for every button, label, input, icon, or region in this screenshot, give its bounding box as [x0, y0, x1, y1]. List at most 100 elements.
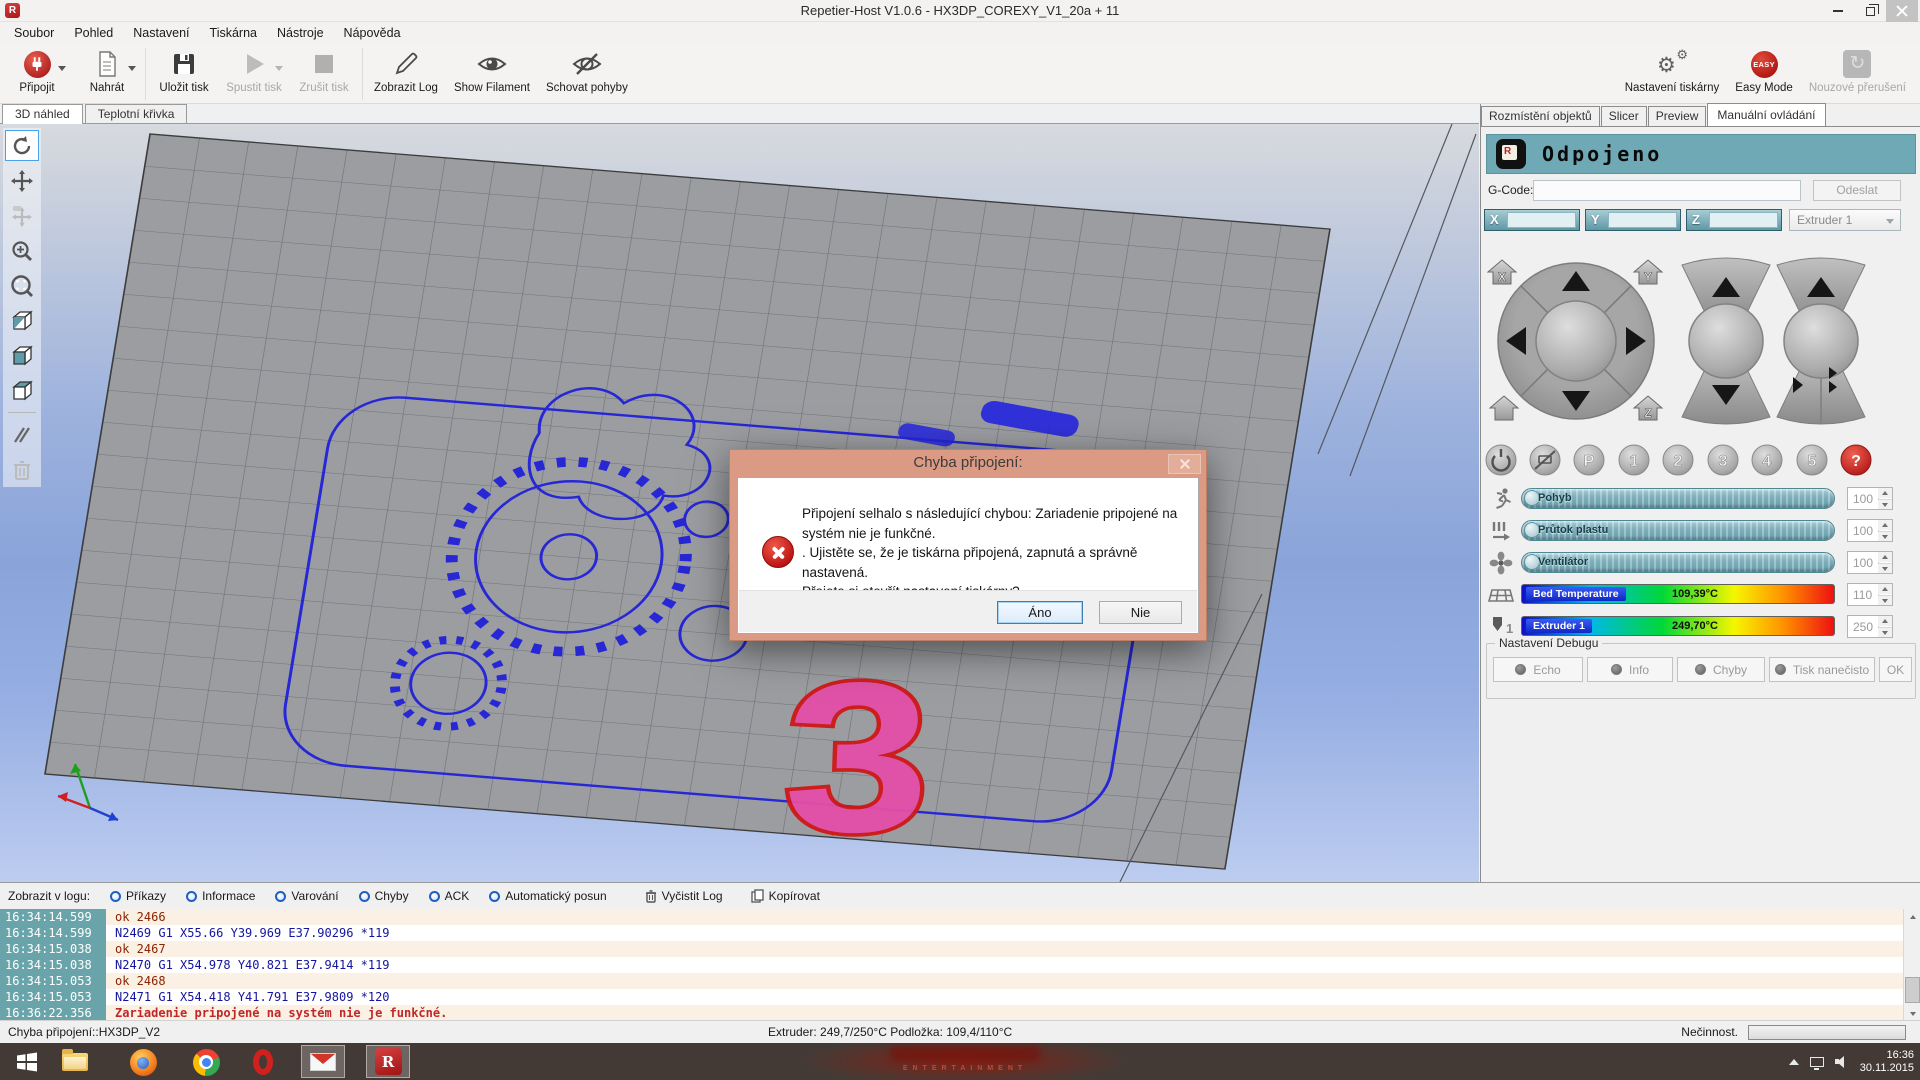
parallel-projection-button[interactable] — [5, 419, 39, 450]
watermark-logo — [890, 1046, 1040, 1061]
flow-slider[interactable]: Průtok plastu — [1521, 520, 1835, 541]
gcode-input[interactable] — [1533, 180, 1801, 201]
led-icon — [1775, 664, 1786, 675]
menu-napoveda[interactable]: Nápověda — [334, 22, 411, 44]
filter-informace[interactable]: Informace — [186, 889, 255, 903]
tab-3d-nahled[interactable]: 3D náhled — [2, 104, 83, 124]
tab-teplotni-krivka[interactable]: Teplotní křivka — [85, 104, 188, 123]
spin-down-icon[interactable] — [1878, 499, 1892, 509]
macro-button-1[interactable]: 1 — [1619, 445, 1649, 475]
close-button[interactable] — [1886, 0, 1918, 22]
network-icon[interactable] — [1810, 1057, 1824, 1067]
dialog-yes-button[interactable]: Áno — [997, 601, 1083, 624]
spin-up-icon[interactable] — [1878, 616, 1892, 626]
zoom-fit-button[interactable] — [5, 270, 39, 301]
speed-slider[interactable]: Pohyb — [1521, 488, 1835, 509]
clear-log-button[interactable]: Vyčistit Log — [645, 889, 723, 903]
spin-up-icon[interactable] — [1878, 552, 1892, 562]
bed-temp-spinner[interactable]: 110 — [1847, 583, 1893, 606]
easy-mode-button[interactable]: EASY Easy Mode — [1727, 46, 1801, 102]
menu-tiskarna[interactable]: Tiskárna — [200, 22, 267, 44]
restore-button[interactable] — [1854, 0, 1886, 22]
help-button[interactable]: ? — [1841, 445, 1871, 475]
show-filament-button[interactable]: Show Filament — [446, 46, 538, 102]
filter-ack[interactable]: ACK — [429, 889, 470, 903]
spin-up-icon[interactable] — [1878, 520, 1892, 530]
view-front-button[interactable] — [5, 340, 39, 371]
connect-dropdown-caret[interactable] — [58, 66, 66, 71]
filter-autoscroll[interactable]: Automatický posun — [489, 889, 606, 903]
filter-varovani[interactable]: Varování — [275, 889, 338, 903]
tray-expand-icon[interactable] — [1789, 1059, 1799, 1065]
load-dropdown-caret[interactable] — [128, 66, 136, 71]
hide-travel-button[interactable]: Schovat pohyby — [538, 46, 636, 102]
log-list[interactable]: 16:34:14.599ok 2466 16:34:14.599N2469 G1… — [0, 909, 1903, 1021]
fan-value-spinner[interactable]: 100 — [1847, 551, 1893, 574]
save-print-button[interactable]: Uložit tisk — [149, 46, 219, 102]
move-view-button[interactable] — [5, 165, 39, 196]
view-isometric-button[interactable] — [5, 305, 39, 336]
tab-rozmisteni-objektu[interactable]: Rozmístění objektů — [1481, 106, 1600, 126]
macro-button-p[interactable]: P — [1574, 445, 1604, 475]
scroll-thumb[interactable] — [1905, 977, 1920, 1003]
spin-up-icon[interactable] — [1878, 488, 1892, 498]
home-y-button[interactable]: Y — [1634, 260, 1662, 284]
load-button[interactable]: Nahrát — [72, 46, 142, 102]
xy-jog-pad[interactable] — [1498, 263, 1654, 419]
spin-down-icon[interactable] — [1878, 627, 1892, 637]
speed-value-spinner[interactable]: 100 — [1847, 487, 1893, 510]
extruder-temp-slider[interactable]: Extruder 1 249,70°C — [1521, 616, 1835, 636]
repetier-host-taskbar-button[interactable]: R — [366, 1045, 410, 1078]
tab-manualni-ovladani[interactable]: Manuální ovládání — [1707, 103, 1825, 126]
scroll-up-icon[interactable] — [1904, 909, 1920, 924]
chrome-button[interactable] — [191, 1047, 221, 1077]
file-explorer-button[interactable] — [60, 1047, 90, 1077]
printer-settings-button[interactable]: ⚙ ⚙ Nastavení tiskárny — [1617, 46, 1728, 102]
menu-nastaveni[interactable]: Nastavení — [123, 22, 199, 44]
scroll-down-icon[interactable] — [1904, 1006, 1920, 1021]
zoom-fit-icon — [11, 275, 33, 297]
filter-prikazy[interactable]: Příkazy — [110, 889, 166, 903]
firefox-button[interactable] — [128, 1047, 158, 1077]
macro-button-4[interactable]: 4 — [1752, 445, 1782, 475]
filter-chyby[interactable]: Chyby — [359, 889, 409, 903]
tab-preview[interactable]: Preview — [1648, 106, 1707, 126]
mail-app-button[interactable] — [301, 1045, 345, 1078]
spin-down-icon[interactable] — [1878, 595, 1892, 605]
spin-down-icon[interactable] — [1878, 531, 1892, 541]
zoom-in-button[interactable] — [5, 235, 39, 266]
macro-button-2[interactable]: 2 — [1663, 445, 1693, 475]
minimize-button[interactable] — [1822, 0, 1854, 22]
connect-button[interactable]: Připojit — [2, 46, 72, 102]
menu-soubor[interactable]: Soubor — [4, 22, 64, 44]
tab-slicer[interactable]: Slicer — [1601, 106, 1647, 126]
dialog-no-button[interactable]: Nie — [1099, 601, 1182, 624]
extruder-temp-spinner[interactable]: 250 — [1847, 615, 1893, 638]
view-top-button[interactable] — [5, 375, 39, 406]
fan-slider[interactable]: Ventilátor — [1521, 552, 1835, 573]
menu-pohled[interactable]: Pohled — [64, 22, 123, 44]
opera-button[interactable] — [248, 1047, 278, 1077]
home-all-button[interactable] — [1490, 396, 1518, 420]
menu-nastroje[interactable]: Nástroje — [267, 22, 334, 44]
extruder-select[interactable]: Extruder 1 — [1789, 209, 1901, 231]
home-z-button[interactable]: Z — [1634, 396, 1662, 420]
show-log-button[interactable]: Zobrazit Log — [366, 46, 446, 102]
extruder-jog-control[interactable] — [1777, 258, 1865, 424]
jog-center-button[interactable] — [1536, 301, 1616, 381]
spin-up-icon[interactable] — [1878, 584, 1892, 594]
spin-down-icon[interactable] — [1878, 563, 1892, 573]
start-button[interactable] — [12, 1047, 42, 1077]
dialog-close-button[interactable] — [1168, 454, 1201, 474]
log-scrollbar[interactable] — [1903, 909, 1920, 1021]
clock[interactable]: 16:36 30.11.2015 — [1860, 1049, 1914, 1075]
macro-button-5[interactable]: 5 — [1797, 445, 1827, 475]
flow-value-spinner[interactable]: 100 — [1847, 519, 1893, 542]
copy-log-button[interactable]: Kopírovat — [751, 889, 820, 903]
z-jog-control[interactable] — [1682, 258, 1770, 424]
macro-button-3[interactable]: 3 — [1708, 445, 1738, 475]
home-x-button[interactable]: X — [1488, 260, 1516, 284]
rotate-view-button[interactable] — [5, 130, 39, 161]
speaker-icon[interactable] — [1835, 1056, 1849, 1068]
bed-temp-slider[interactable]: Bed Temperature 109,39°C — [1521, 584, 1835, 604]
